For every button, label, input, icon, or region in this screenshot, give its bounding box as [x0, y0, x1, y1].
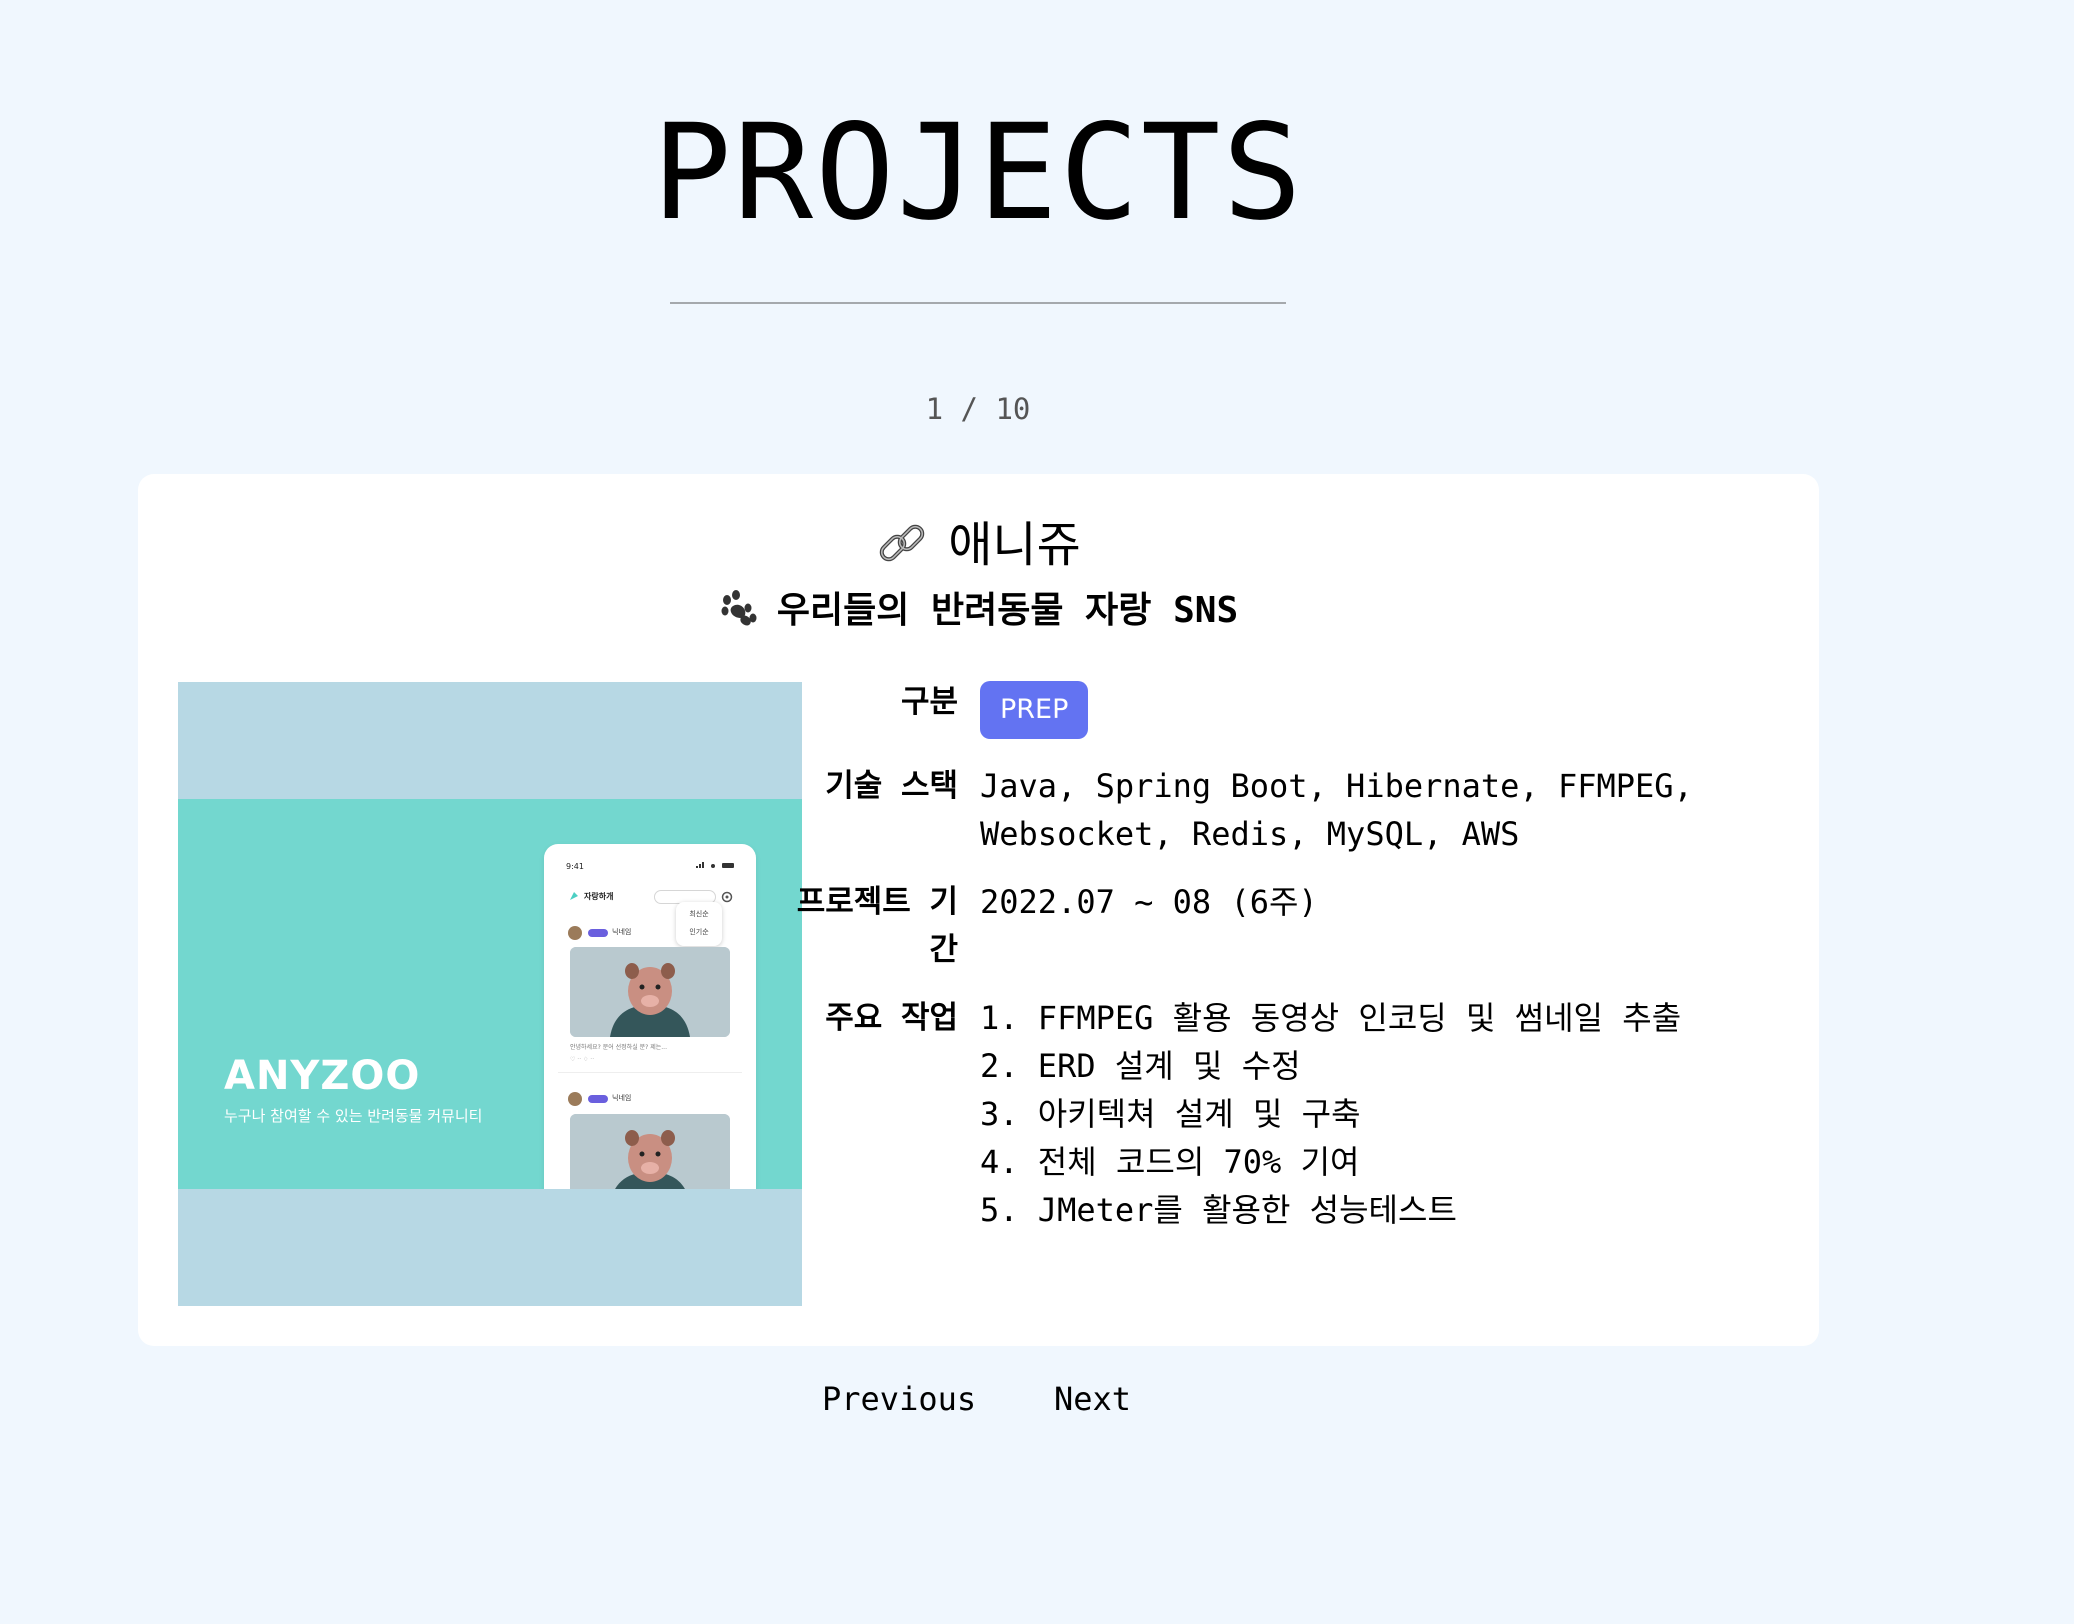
post-nickname: 닉네임: [612, 1094, 632, 1102]
project-subtitle: 우리들의 반려동물 자랑 SNS: [776, 590, 1239, 631]
period-value: 2022.07 ~ 08 (6주): [980, 883, 1318, 921]
next-button[interactable]: Next: [1054, 1380, 1131, 1418]
task-item: 5. JMeter를 활용한 성능테스트: [980, 1191, 1457, 1229]
phone-mockup: 9:41 자랑하개 최신순 인기순 닉네임 안녕하세요? 문어 선정하실 분? …: [544, 844, 756, 1189]
period-row: 프로젝트 기간 2022.07 ~ 08 (6주): [778, 878, 1798, 974]
post-text: 안녕하세요? 문어 선정하실 분? 제는...: [570, 1044, 668, 1051]
avatar: [568, 1092, 582, 1106]
app-logo-icon: [570, 892, 578, 900]
thumbnail-banner: ANYZOO 누구나 참여할 수 있는 반려동물 커뮤니티 9:41 자랑하개: [178, 799, 802, 1189]
level-chip: [588, 1095, 608, 1103]
project-heading: 애니쥬: [138, 514, 1819, 576]
post-divider: [558, 1072, 742, 1073]
tasks-list: 1. FFMPEG 활용 동영상 인코딩 및 썸네일 추출 2. ERD 설계 …: [980, 994, 1681, 1234]
paw-icon: [719, 588, 759, 628]
page-title: PROJECTS: [652, 96, 1304, 250]
link-icon: [876, 519, 930, 569]
slide-counter: 1 / 10: [925, 392, 1031, 426]
post-meta: ♡ ·· ♢ ··: [570, 1056, 595, 1063]
type-badge: PREP: [980, 681, 1089, 739]
previous-button[interactable]: Previous: [822, 1380, 976, 1418]
stack-value: Java, Spring Boot, Hibernate, FFMPEG, We…: [980, 762, 1693, 858]
level-chip: [588, 929, 608, 937]
task-item: 1. FFMPEG 활용 동영상 인코딩 및 썸네일 추출: [980, 999, 1682, 1037]
project-details: 구분 PREP 기술 스택 Java, Spring Boot, Hiberna…: [778, 680, 1798, 1234]
task-item: 2. ERD 설계 및 수정: [980, 1047, 1301, 1085]
sort-option: 최신순: [689, 910, 709, 918]
avatar: [568, 926, 582, 940]
project-thumbnail: ANYZOO 누구나 참여할 수 있는 반려동물 커뮤니티 9:41 자랑하개: [178, 682, 802, 1306]
project-card: 애니쥬 우리들의 반려동물 자랑 SNS ANYZOO 누구나 참여할 수 있는…: [138, 474, 1819, 1346]
period-label: 프로젝트 기간: [796, 884, 958, 968]
phone-app-title: 자랑하개: [584, 892, 614, 901]
post-image: [570, 1114, 730, 1189]
tasks-row: 주요 작업 1. FFMPEG 활용 동영상 인코딩 및 썸네일 추출 2. E…: [778, 994, 1798, 1234]
thumbnail-brand: ANYZOO: [224, 1053, 421, 1099]
phone-sort-menu: 최신순 인기순: [676, 902, 722, 946]
sort-option: 인기순: [689, 928, 709, 936]
post-image: [570, 947, 730, 1037]
stack-row: 기술 스택 Java, Spring Boot, Hibernate, FFMP…: [778, 762, 1798, 858]
type-row: 구분 PREP: [778, 680, 1798, 750]
gear-icon: [721, 891, 733, 903]
thumbnail-tagline: 누구나 참여할 수 있는 반려동물 커뮤니티: [224, 1107, 483, 1125]
project-name: 애니쥬: [948, 517, 1081, 573]
tasks-label: 주요 작업: [825, 1000, 958, 1036]
type-value: PREP: [980, 680, 1089, 739]
task-item: 4. 전체 코드의 70% 기여: [980, 1143, 1360, 1181]
status-icons: [696, 862, 734, 868]
project-subtitle-row: 우리들의 반려동물 자랑 SNS: [138, 586, 1819, 636]
stack-label: 기술 스택: [825, 768, 958, 804]
type-label: 구분: [900, 684, 958, 720]
stack-line: Websocket, Redis, MySQL, AWS: [980, 815, 1520, 853]
task-item: 3. 아키텍쳐 설계 및 구축: [980, 1095, 1361, 1133]
phone-time: 9:41: [566, 862, 584, 871]
title-divider: [670, 302, 1286, 304]
stack-line: Java, Spring Boot, Hibernate, FFMPEG,: [980, 767, 1693, 805]
post-nickname: 닉네임: [612, 928, 632, 936]
